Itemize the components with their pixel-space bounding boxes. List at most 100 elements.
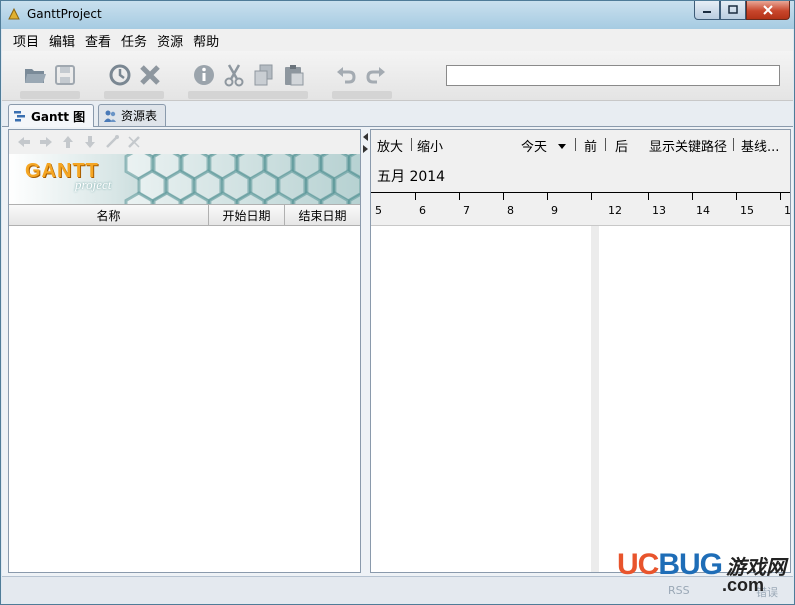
day-label: 15 — [740, 204, 754, 217]
resources-icon — [104, 110, 116, 122]
unlink-button[interactable] — [123, 132, 145, 152]
title-bar[interactable]: GanttProject — [1, 1, 794, 29]
window-title: GanttProject — [27, 7, 102, 21]
paste-button[interactable] — [282, 63, 306, 87]
day-tick — [736, 192, 737, 200]
watermark-uc: UC — [616, 548, 659, 581]
day-label: 8 — [507, 204, 514, 217]
redo-button[interactable] — [364, 63, 388, 87]
search-input[interactable] — [446, 65, 780, 86]
view-tabs: Gantt 图 资源表 — [2, 101, 793, 127]
tab-resources-label: 资源表 — [121, 109, 158, 123]
menu-view[interactable]: 查看 — [80, 31, 116, 50]
paste-icon — [285, 65, 304, 86]
open-button[interactable] — [23, 63, 47, 87]
menu-project[interactable]: 项目 — [8, 31, 44, 50]
copy-button[interactable] — [252, 63, 276, 87]
day-tick — [547, 192, 548, 200]
timeline-axis — [371, 192, 790, 193]
column-start-date[interactable]: 开始日期 — [209, 205, 285, 225]
close-icon — [763, 5, 773, 15]
prev-button[interactable]: 前 — [584, 136, 597, 155]
timeline-month-row: 五月 2014 — [371, 158, 790, 192]
move-down-button[interactable] — [79, 132, 101, 152]
arrow-left-icon — [18, 137, 30, 147]
gantt-chart-area[interactable] — [371, 226, 790, 572]
watermark-com: .com — [721, 575, 764, 595]
day-tick — [648, 192, 649, 200]
link-button[interactable] — [101, 132, 123, 152]
watermark-bug: BUG — [658, 548, 723, 581]
link-icon — [106, 135, 119, 148]
logo-subtext: project — [75, 177, 112, 192]
delete-button[interactable] — [138, 63, 162, 87]
day-tick — [692, 192, 693, 200]
save-button[interactable] — [53, 63, 77, 87]
day-tick — [780, 192, 781, 200]
save-icon — [55, 65, 75, 85]
task-table-header: 名称 开始日期 结束日期 — [9, 204, 360, 226]
day-label: 5 — [375, 204, 382, 217]
main-toolbar — [2, 51, 793, 101]
delete-icon — [140, 65, 160, 85]
close-button[interactable] — [746, 1, 790, 20]
maximize-button[interactable] — [720, 1, 746, 20]
history-button[interactable] — [108, 63, 132, 87]
month-label: 五月 2014 — [377, 169, 446, 185]
task-tree-panel: GANTT project 名称 开始日期 结束日期 — [8, 129, 361, 573]
menu-bar: 项目 编辑 查看 任务 资源 帮助 — [2, 29, 793, 51]
panel-splitter[interactable] — [362, 129, 370, 573]
menu-edit[interactable]: 编辑 — [44, 31, 80, 50]
undo-button[interactable] — [334, 63, 358, 87]
menu-tasks[interactable]: 任务 — [116, 31, 152, 50]
gantt-logo: GANTT project — [25, 160, 111, 193]
separator — [575, 138, 576, 151]
maximize-icon — [728, 5, 738, 14]
arrow-up-icon — [63, 136, 73, 148]
day-tick — [591, 192, 592, 200]
toolbar-group-edit — [188, 91, 308, 99]
gantt-icon — [14, 111, 25, 122]
minimize-button[interactable] — [694, 1, 720, 20]
zoom-out-button[interactable]: 缩小 — [417, 136, 443, 155]
indent-button[interactable] — [35, 132, 57, 152]
arrow-down-icon — [85, 136, 95, 148]
baseline-button[interactable]: 基线... — [741, 136, 779, 155]
rss-link[interactable]: RSS — [668, 584, 690, 597]
zoom-in-button[interactable]: 放大 — [377, 136, 403, 155]
critical-path-button[interactable]: 显示关键路径 — [649, 136, 727, 155]
day-tick — [459, 192, 460, 200]
app-window: GanttProject 项目 编辑 查看 任务 资源 帮助 Gantt 图 资… — [0, 0, 795, 605]
unlink-icon — [128, 136, 140, 148]
info-button[interactable] — [192, 63, 216, 87]
copy-icon — [254, 64, 273, 86]
day-label: 13 — [652, 204, 666, 217]
day-label: 9 — [551, 204, 558, 217]
move-up-button[interactable] — [57, 132, 79, 152]
today-label: 今天 — [521, 140, 548, 155]
tab-gantt-label: Gantt 图 — [31, 109, 86, 124]
column-end-date[interactable]: 结束日期 — [285, 205, 360, 225]
toolbar-group-task — [104, 91, 164, 99]
timeline-day-row: 5 6 7 8 9 12 13 14 15 16 — [371, 192, 790, 226]
cut-button[interactable] — [222, 63, 246, 87]
unindent-button[interactable] — [13, 132, 35, 152]
info-icon — [194, 65, 214, 85]
minimize-icon — [703, 11, 711, 13]
chart-toolbar: 放大 缩小 今天 前 后 显示关键路径 基线... — [371, 130, 790, 158]
tab-resources[interactable]: 资源表 — [98, 104, 167, 126]
menu-resources[interactable]: 资源 — [152, 31, 188, 50]
day-tick — [415, 192, 416, 200]
toolbar-group-file — [20, 91, 80, 99]
column-name[interactable]: 名称 — [9, 205, 209, 225]
day-tick — [503, 192, 504, 200]
next-button[interactable]: 后 — [615, 136, 628, 155]
day-label: 16 — [784, 204, 791, 217]
today-dropdown[interactable]: 今天 — [521, 136, 567, 155]
chevron-down-icon — [558, 144, 567, 149]
tab-gantt[interactable]: Gantt 图 — [8, 104, 95, 127]
menu-help[interactable]: 帮助 — [188, 31, 224, 50]
open-folder-icon — [25, 69, 46, 83]
cut-icon — [224, 64, 244, 87]
gantt-view: GANTT project 名称 开始日期 结束日期 放大 缩小 今天 前 后 … — [2, 127, 793, 576]
